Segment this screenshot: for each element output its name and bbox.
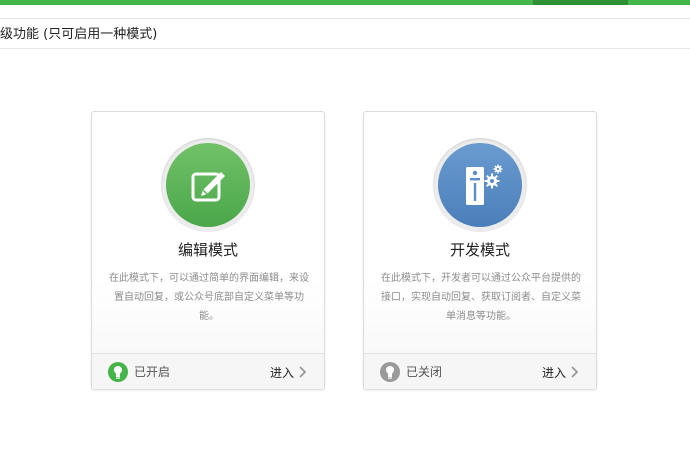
dev-mode-card: 开发模式 在此模式下，开发者可以通过公众平台提供的接口，实现自动回复、获取订阅者… [363, 111, 597, 390]
dev-mode-enter-label: 进入 [541, 365, 566, 380]
edit-mode-card: 编辑模式 在此模式下，可以通过简单的界面编辑，来设置自动回复，或公众号底部自定义… [91, 111, 325, 390]
bulb-on-icon [108, 362, 128, 382]
edit-mode-description: 在此模式下，可以通过简单的界面编辑，来设置自动回复，或公众号底部自定义菜单等功能… [109, 273, 309, 322]
dev-mode-enter-link[interactable]: 进入 [542, 362, 578, 382]
edit-mode-status-label: 已开启 [134, 365, 171, 379]
dev-mode-title: 开发模式 [449, 241, 510, 259]
dev-mode-footer: 已关闭 进入 [364, 353, 596, 389]
dev-mode-description: 在此模式下，开发者可以通过公众平台提供的接口，实现自动回复、获取订阅者、自定义菜… [381, 273, 581, 322]
edit-mode-status: 已开启 [108, 362, 170, 382]
edit-icon [166, 143, 250, 227]
chevron-right-icon [299, 366, 306, 378]
top-accent-segment [533, 0, 628, 5]
section-title: 级功能 (只可启用一种模式) [0, 27, 158, 42]
dev-mode-status: 已关闭 [380, 362, 442, 382]
section-divider [0, 48, 690, 49]
edit-mode-title: 编辑模式 [177, 241, 238, 259]
chevron-right-icon [571, 366, 578, 378]
top-accent-bar [0, 0, 690, 5]
edit-mode-enter-link[interactable]: 进入 [270, 362, 306, 382]
bulb-off-icon [380, 362, 400, 382]
edit-mode-icon-ring [161, 138, 255, 232]
edit-mode-enter-label: 进入 [269, 365, 294, 380]
dev-mode-status-label: 已关闭 [406, 365, 443, 379]
server-gear-icon [438, 143, 522, 227]
dev-mode-icon-ring [433, 138, 527, 232]
edit-mode-footer: 已开启 进入 [92, 353, 324, 389]
header-divider [0, 18, 690, 19]
